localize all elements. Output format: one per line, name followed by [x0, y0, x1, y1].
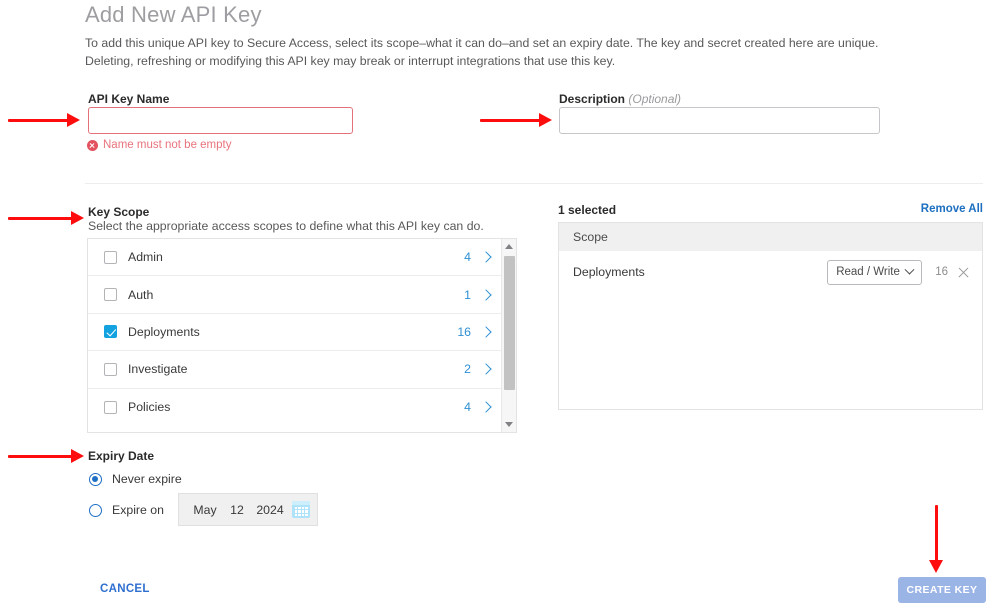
selected-scopes-panel: Scope Deployments Read / Write 16 — [558, 222, 983, 410]
scope-list-scrollbar[interactable] — [501, 239, 516, 432]
scope-list-item[interactable]: Investigate 2 — [88, 351, 516, 389]
scope-item-label: Admin — [128, 250, 163, 265]
page-description: To add this unique API key to Secure Acc… — [85, 34, 905, 70]
chevron-right-icon[interactable] — [480, 251, 492, 263]
key-scope-title: Key Scope — [88, 205, 150, 219]
scope-checkbox[interactable] — [104, 325, 117, 339]
cancel-button[interactable]: CANCEL — [100, 583, 150, 595]
expire-on-radio[interactable] — [89, 503, 102, 517]
expiry-date-picker[interactable]: May 12 2024 — [178, 493, 318, 526]
api-key-name-error-text: Name must not be empty — [103, 139, 232, 151]
scope-list-item[interactable]: Auth 1 — [88, 276, 516, 314]
error-icon — [87, 139, 98, 151]
scope-item-count: 16 — [457, 324, 471, 339]
selected-scope-count: 16 — [935, 266, 948, 278]
remove-scope-icon[interactable] — [957, 266, 970, 279]
calendar-icon[interactable] — [292, 501, 310, 518]
date-day-segment[interactable]: 12 — [224, 503, 250, 517]
chevron-right-icon[interactable] — [480, 401, 492, 413]
selected-scope-name: Deployments — [573, 265, 645, 279]
annotation-arrow-key-scope — [8, 210, 84, 226]
api-key-name-input[interactable] — [88, 107, 353, 134]
calendar-grid — [294, 507, 308, 516]
page-title: Add New API Key — [85, 2, 262, 27]
never-expire-label: Never expire — [112, 472, 182, 486]
annotation-arrow-expiry-date — [8, 448, 84, 464]
chevron-right-icon[interactable] — [480, 363, 492, 376]
scrollbar-up-button[interactable] — [502, 239, 516, 254]
selected-scopes-column-header: Scope — [559, 223, 982, 251]
scrollbar-down-button[interactable] — [502, 417, 516, 432]
permission-dropdown[interactable]: Read / Write — [827, 259, 923, 285]
expire-on-option[interactable]: Expire on — [89, 503, 164, 517]
remove-all-button[interactable]: Remove All — [921, 203, 983, 215]
add-api-key-page: Add New API Key To add this unique API k… — [0, 0, 998, 612]
scope-list-item[interactable]: Deployments 16 — [88, 314, 516, 352]
scope-item-label: Deployments — [128, 324, 200, 339]
scope-item-count: 2 — [464, 362, 471, 377]
scope-item-label: Auth — [128, 287, 154, 302]
key-scope-list: Admin 4 Auth 1 Deployments 16 Investigate 2 Poli… — [87, 238, 517, 433]
chevron-right-icon[interactable] — [480, 326, 492, 338]
date-year-segment[interactable]: 2024 — [250, 503, 290, 517]
annotation-arrow-create-key — [928, 505, 944, 573]
expire-on-label: Expire on — [112, 503, 164, 517]
page-description-line-2: Deleting, refreshing or modifying this A… — [85, 54, 616, 68]
selected-scope-row: Deployments Read / Write 16 — [559, 251, 982, 293]
scope-checkbox[interactable] — [104, 400, 117, 414]
scope-checkbox[interactable] — [104, 288, 117, 302]
annotation-arrow-description — [480, 112, 552, 128]
date-month-segment[interactable]: May — [186, 503, 224, 517]
scope-item-count: 4 — [464, 250, 471, 265]
scope-item-count: 1 — [464, 287, 471, 302]
never-expire-radio[interactable] — [89, 472, 102, 486]
description-label: Description (Optional) — [559, 92, 681, 106]
scope-item-count: 4 — [464, 400, 471, 415]
scrollbar-thumb[interactable] — [503, 256, 515, 390]
section-divider — [85, 183, 983, 184]
create-key-button[interactable]: CREATE KEY — [898, 577, 986, 603]
api-key-name-error: Name must not be empty — [87, 139, 231, 151]
chevron-right-icon[interactable] — [480, 288, 492, 301]
selected-count-label: 1 selected — [558, 203, 617, 217]
page-description-line-1: To add this unique API key to Secure Acc… — [85, 36, 879, 50]
permission-dropdown-label: Read / Write — [836, 266, 900, 278]
caret-up-icon — [505, 244, 513, 249]
scope-item-label: Policies — [128, 400, 171, 415]
scope-item-label: Investigate — [128, 362, 188, 377]
description-label-text: Description — [559, 92, 626, 106]
scope-checkbox[interactable] — [104, 362, 117, 376]
scope-list-item[interactable]: Admin 4 — [88, 239, 516, 277]
description-optional-text: (Optional) — [628, 92, 682, 106]
never-expire-option[interactable]: Never expire — [89, 472, 182, 486]
scope-list-item[interactable]: Policies 4 — [88, 389, 516, 426]
key-scope-subtitle: Select the appropriate access scopes to … — [88, 219, 484, 233]
caret-down-icon — [505, 422, 513, 427]
chevron-down-icon — [904, 264, 915, 275]
scope-checkbox[interactable] — [104, 250, 117, 264]
description-input[interactable] — [559, 107, 880, 134]
annotation-arrow-api-key-name — [8, 112, 80, 128]
api-key-name-label: API Key Name — [88, 92, 170, 106]
expiry-date-title: Expiry Date — [88, 449, 155, 463]
